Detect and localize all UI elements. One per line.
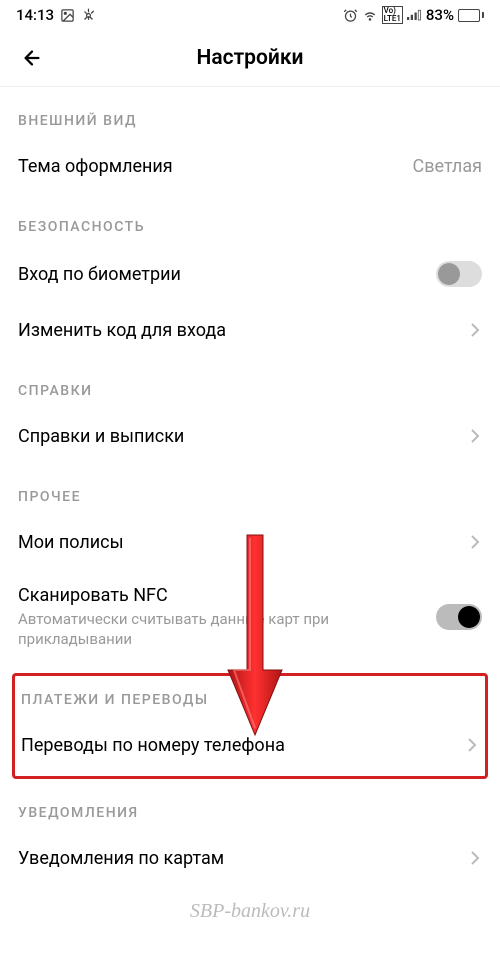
section-other: ПРОЧЕЕ: [18, 463, 482, 515]
biometric-label: Вход по биометрии: [18, 264, 181, 285]
change-code-row[interactable]: Изменить код для входа: [18, 303, 482, 357]
network-icon: Vo)LTE1: [382, 6, 403, 24]
theme-value: Светлая: [413, 156, 482, 177]
app-header: Настройки: [0, 30, 500, 87]
gear-icon: [81, 8, 96, 23]
chevron-right-icon: [470, 320, 482, 340]
signal-icon: [407, 9, 422, 22]
chevron-right-icon: [467, 735, 479, 755]
card-notifications-row[interactable]: Уведомления по картам: [18, 831, 482, 885]
biometric-row[interactable]: Вход по биометрии: [18, 245, 482, 303]
image-icon: [60, 8, 75, 23]
wifi-icon: [362, 9, 378, 22]
nfc-row[interactable]: Сканировать NFC Автоматически считывать …: [18, 569, 482, 665]
biometric-toggle[interactable]: [436, 261, 482, 287]
alarm-icon: [343, 8, 358, 23]
theme-label: Тема оформления: [18, 156, 173, 177]
statements-label: Справки и выписки: [18, 426, 184, 447]
change-code-label: Изменить код для входа: [18, 320, 226, 341]
section-payments: ПЛАТЕЖИ И ПЕРЕВОДЫ: [21, 676, 479, 718]
watermark: SBP-bankov.ru: [190, 900, 310, 923]
phone-transfers-label: Переводы по номеру телефона: [21, 735, 285, 756]
policies-row[interactable]: Мои полисы: [18, 515, 482, 569]
status-time: 14:13: [16, 6, 54, 24]
chevron-right-icon: [470, 532, 482, 552]
phone-transfers-row[interactable]: Переводы по номеру телефона: [21, 718, 479, 772]
status-bar: 14:13 Vo)LTE1 83%: [0, 0, 500, 30]
nfc-sublabel: Автоматически считывать данные карт при …: [18, 610, 436, 649]
nfc-label: Сканировать NFC: [18, 585, 436, 606]
section-references: СПРАВКИ: [18, 357, 482, 409]
back-button[interactable]: [18, 44, 46, 72]
statements-row[interactable]: Справки и выписки: [18, 409, 482, 463]
highlight-box: ПЛАТЕЖИ И ПЕРЕВОДЫ Переводы по номеру те…: [12, 673, 488, 779]
section-security: БЕЗОПАСНОСТЬ: [18, 193, 482, 245]
battery-percent: 83%: [426, 6, 454, 24]
nfc-toggle[interactable]: [436, 604, 482, 630]
section-appearance: ВНЕШНИЙ ВИД: [18, 87, 482, 139]
card-notifications-label: Уведомления по картам: [18, 848, 224, 869]
chevron-right-icon: [470, 426, 482, 446]
policies-label: Мои полисы: [18, 532, 124, 553]
battery-icon: [458, 9, 484, 22]
section-notifications: УВЕДОМЛЕНИЯ: [18, 779, 482, 831]
page-title: Настройки: [46, 46, 454, 70]
theme-row[interactable]: Тема оформления Светлая: [18, 139, 482, 193]
chevron-right-icon: [470, 848, 482, 868]
